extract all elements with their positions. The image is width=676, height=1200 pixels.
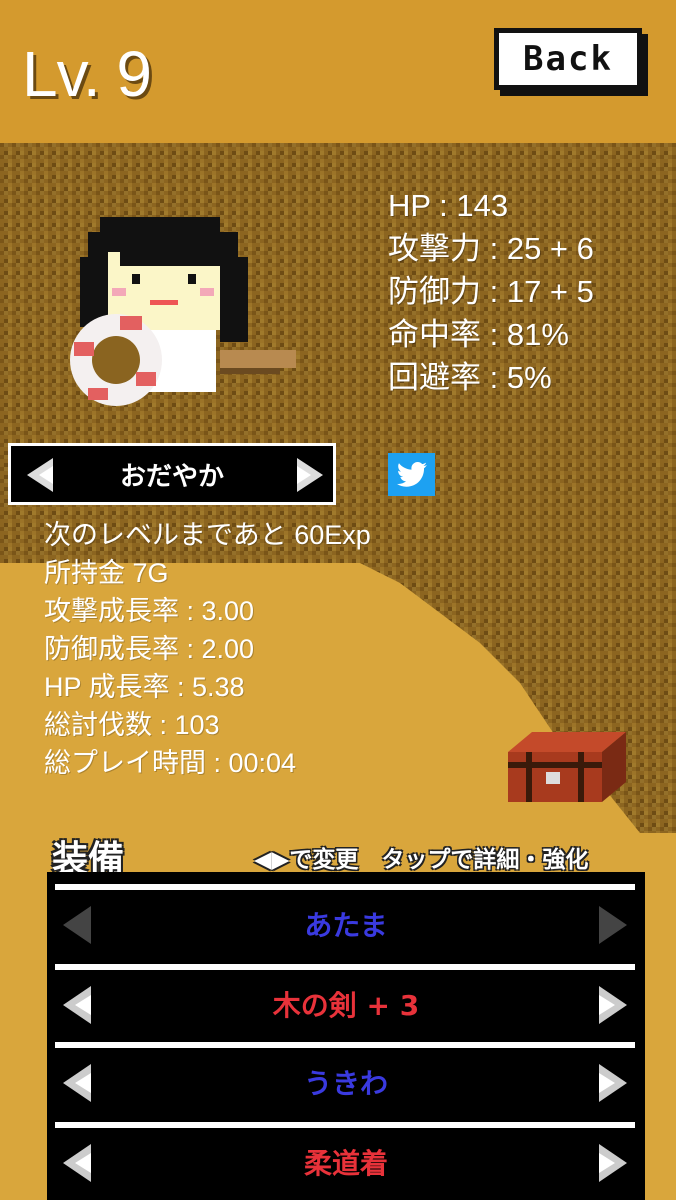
treasure-chest-icon[interactable] — [502, 732, 626, 802]
equipment-panel: あたま 木の剣 + 3 うきわ 柔道着 — [47, 872, 645, 1200]
slot-label: 柔道着 — [303, 1147, 388, 1180]
total-playtime: 総プレイ時間 : 00:04 — [44, 748, 297, 778]
back-button-label: Back — [523, 39, 613, 79]
slot-divider — [55, 964, 635, 970]
defense-growth: 防御成長率 : 2.00 — [44, 634, 255, 664]
right-arrow-icon[interactable] — [297, 458, 323, 492]
total-kills: 総討伐数 : 103 — [44, 710, 220, 740]
gold-amount: 所持金 7G — [44, 558, 169, 588]
stat-hp: HP : 143 — [388, 188, 509, 223]
right-arrow-icon[interactable] — [599, 906, 627, 944]
right-arrow-icon[interactable] — [599, 1144, 627, 1182]
personality-label: おだやか — [119, 461, 224, 492]
equipment-slot-head[interactable]: あたま — [47, 884, 645, 962]
slot-divider — [55, 1042, 635, 1048]
equipment-slot-weapon[interactable]: 木の剣 + 3 — [47, 964, 645, 1042]
personality-selector: おだやか — [8, 443, 336, 505]
stat-evasion: 回避率 : 5% — [388, 360, 552, 395]
level-label: Lv. 9 — [22, 38, 152, 110]
stats-panel: HP : 143 攻撃力 : 25 + 6 防御力 : 17 + 5 命中率 :… — [388, 184, 594, 399]
slot-divider — [55, 1122, 635, 1128]
slot-divider — [55, 884, 635, 890]
right-arrow-icon[interactable] — [599, 1064, 627, 1102]
attack-growth: 攻撃成長率 : 3.00 — [44, 596, 255, 626]
twitter-icon — [396, 461, 427, 487]
stat-accuracy: 命中率 : 81% — [388, 317, 569, 352]
back-button[interactable]: Back — [494, 28, 642, 90]
twitter-share-button[interactable] — [388, 453, 435, 496]
right-arrow-icon[interactable] — [599, 986, 627, 1024]
character-sprite — [70, 217, 296, 406]
stat-defense: 防御力 : 17 + 5 — [388, 274, 594, 309]
slot-label: 木の剣 + 3 — [272, 989, 420, 1022]
stat-attack: 攻撃力 : 25 + 6 — [388, 231, 594, 266]
equipment-hint: ◀▶で変更 タップで詳細・強化 — [254, 847, 589, 873]
equipment-slot-armor[interactable]: 柔道着 — [47, 1122, 645, 1200]
equipment-slot-accessory[interactable]: うきわ — [47, 1042, 645, 1120]
slot-label: うきわ — [303, 1067, 388, 1100]
next-level-exp: 次のレベルまであと 60Exp — [44, 520, 371, 550]
info-panel: 次のレベルまであと 60Exp 所持金 7G 攻撃成長率 : 3.00 防御成長… — [44, 516, 371, 782]
slot-label: あたま — [304, 909, 388, 942]
header-bar: Lv. 9 Back — [0, 0, 676, 143]
left-arrow-icon[interactable] — [27, 458, 53, 492]
hp-growth: HP 成長率 : 5.38 — [44, 672, 245, 702]
